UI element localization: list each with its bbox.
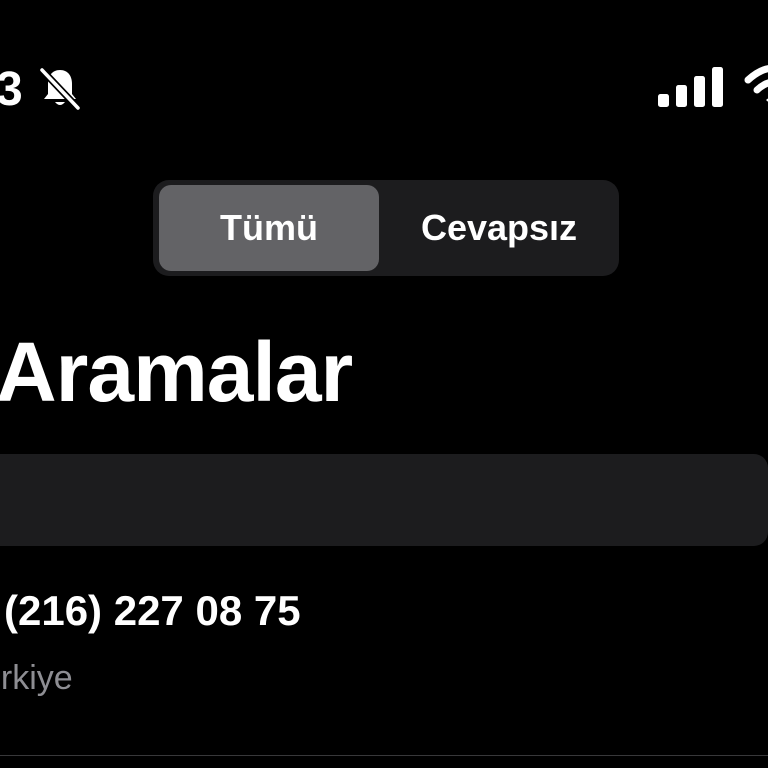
status-time: 3 [0, 63, 23, 116]
search-bar[interactable] [0, 454, 768, 546]
status-bar: 3 [0, 0, 768, 150]
cellular-signal-icon [656, 66, 726, 108]
segment-all-calls[interactable]: Tümü [159, 185, 379, 271]
bell-slash-icon [36, 64, 84, 112]
wifi-icon [744, 62, 768, 108]
call-number: (216) 227 08 75 [4, 587, 301, 634]
call-list-item[interactable]: (216) 227 08 75 ürkiye [0, 560, 768, 756]
call-filter-segmented-control: Tümü Cevapsız [153, 180, 619, 276]
segment-missed-calls[interactable]: Cevapsız [385, 185, 613, 271]
call-location: ürkiye [0, 659, 73, 697]
row-divider [0, 755, 768, 756]
page-title: Aramalar [0, 325, 353, 419]
